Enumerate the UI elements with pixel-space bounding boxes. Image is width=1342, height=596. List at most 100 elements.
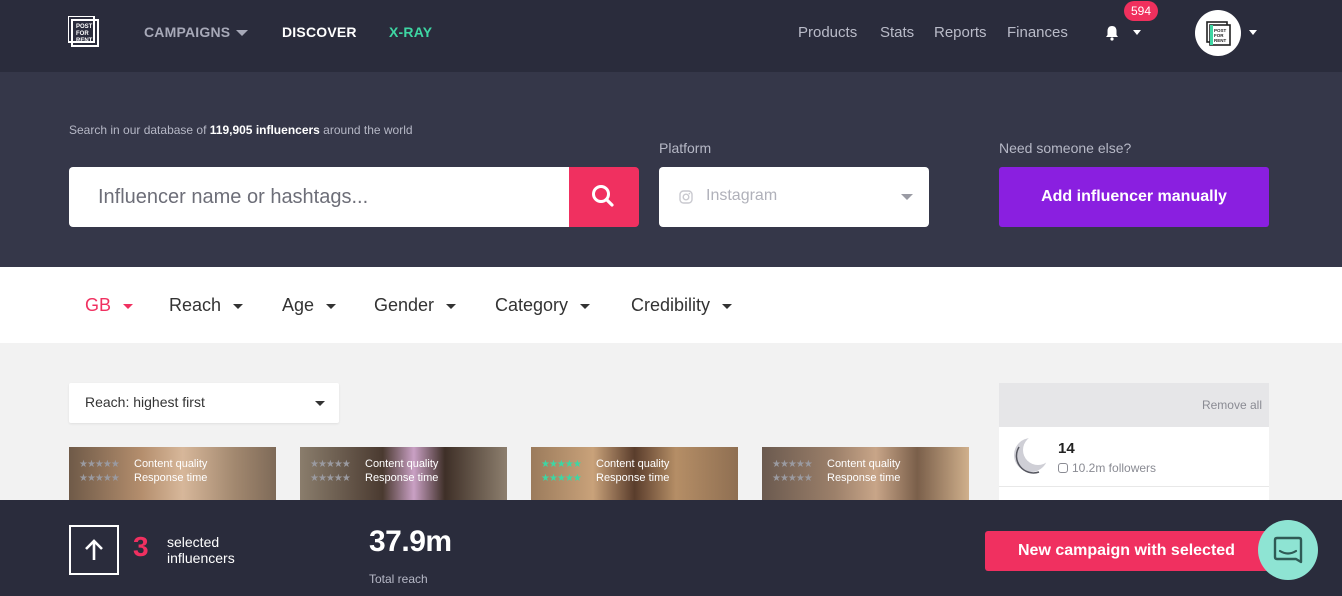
search-button[interactable]	[569, 167, 639, 227]
search-intro: Search in our database of 119,905 influe…	[69, 123, 413, 137]
filter-category-label: Category	[495, 295, 569, 315]
selected-influencers-panel: Remove all 14 10.2m followers	[999, 383, 1269, 513]
filter-bar: GB Reach Age Gender Category Credibility	[0, 267, 1342, 343]
filter-country-label: GB	[85, 295, 112, 315]
nav-campaigns-label: CAMPAIGNS	[144, 24, 231, 40]
followers-count: 10.2m followers	[1072, 461, 1157, 475]
influencer-card[interactable]: ★★★★★ Content quality ★★★★★ Response time	[762, 447, 969, 507]
search-input-wrapper	[69, 167, 569, 227]
bell-icon[interactable]	[1103, 24, 1121, 42]
sort-value: Reach: highest first	[85, 394, 205, 410]
response-time-rating: ★★★★★ Response time	[541, 472, 669, 484]
remove-all-link[interactable]: Remove all	[1202, 398, 1262, 412]
content-quality-label: Content quality	[827, 458, 901, 470]
total-reach-label: Total reach	[369, 572, 428, 586]
platform-select[interactable]: Instagram	[659, 167, 929, 227]
response-time-label: Response time	[365, 472, 439, 484]
post-for-rent-logo[interactable]: POST FOR RENT	[68, 16, 100, 48]
selected-influencer-followers: 10.2m followers	[1058, 461, 1156, 475]
content-quality-rating: ★★★★★ Content quality	[79, 458, 207, 470]
nav-xray[interactable]: X-RAY	[389, 24, 432, 40]
influencer-card[interactable]: ★★★★★ Content quality ★★★★★ Response time	[69, 447, 276, 507]
chevron-down-icon[interactable]	[1133, 30, 1141, 35]
platform-value: Instagram	[706, 187, 778, 204]
filter-reach[interactable]: Reach	[169, 295, 244, 316]
chevron-down-icon	[722, 303, 733, 309]
influencer-count: 119,905 influencers	[209, 123, 320, 137]
crescent-moon-avatar	[1014, 435, 1049, 474]
star-rating-icon: ★★★★★	[310, 473, 351, 484]
search-icon	[592, 185, 614, 207]
content-quality-label: Content quality	[365, 458, 439, 470]
filter-country[interactable]: GB	[85, 295, 134, 316]
nav-products[interactable]: Products	[798, 24, 857, 41]
chevron-down-icon[interactable]	[1249, 30, 1257, 35]
chat-support-button[interactable]	[1258, 520, 1318, 580]
new-campaign-with-selected-button[interactable]: New campaign with selected	[985, 531, 1280, 571]
selected-influencer-name: 14	[1058, 440, 1075, 457]
search-section: Search in our database of 119,905 influe…	[0, 72, 1342, 267]
filter-age[interactable]: Age	[282, 295, 337, 316]
add-influencer-manually-button[interactable]: Add influencer manually	[999, 167, 1269, 227]
platform-label: Platform	[659, 140, 712, 156]
sort-select[interactable]: Reach: highest first	[69, 383, 339, 423]
chevron-down-icon	[233, 303, 244, 309]
influencer-card[interactable]: ★★★★★ Content quality ★★★★★ Response time	[531, 447, 738, 507]
selection-bottom-bar: 3 selected influencers 37.9m Total reach…	[0, 500, 1342, 596]
content-quality-label: Content quality	[134, 458, 208, 470]
nav-finances[interactable]: Finances	[1007, 24, 1068, 41]
total-reach-value: 37.9m	[369, 525, 452, 558]
avatar-logo-icon: POST FOR RENT	[1206, 21, 1231, 46]
content-quality-rating: ★★★★★ Content quality	[541, 458, 669, 470]
instagram-icon	[1058, 463, 1068, 473]
top-navigation: POST FOR RENT CAMPAIGNS DISCOVER X-RAY P…	[0, 0, 1342, 72]
chevron-down-icon	[580, 303, 591, 309]
chevron-down-icon	[315, 401, 325, 406]
svg-text:FOR: FOR	[76, 31, 89, 37]
selected-panel-header: Remove all	[999, 383, 1269, 427]
search-input[interactable]	[69, 167, 569, 227]
selected-influencer-item[interactable]: 14 10.2m followers	[999, 427, 1269, 487]
filter-credibility-label: Credibility	[631, 295, 711, 315]
notification-badge: 594	[1124, 1, 1159, 21]
response-time-rating: ★★★★★ Response time	[310, 472, 438, 484]
response-time-label: Response time	[827, 472, 901, 484]
filter-credibility[interactable]: Credibility	[631, 295, 733, 316]
content-quality-label: Content quality	[596, 458, 670, 470]
star-rating-icon: ★★★★★	[772, 459, 813, 470]
nav-stats[interactable]: Stats	[880, 24, 914, 41]
svg-text:RENT: RENT	[1214, 38, 1227, 43]
chevron-down-icon	[901, 194, 913, 200]
intro-suffix: around the world	[319, 123, 413, 137]
selected-label: selected influencers	[167, 534, 235, 566]
star-rating-icon: ★★★★★	[772, 473, 813, 484]
star-rating-icon: ★★★★★	[79, 473, 120, 484]
selected-count: 3	[133, 531, 149, 562]
response-time-label: Response time	[596, 472, 670, 484]
nav-discover[interactable]: DISCOVER	[282, 24, 357, 40]
need-someone-else-label: Need someone else?	[999, 140, 1132, 156]
nav-reports[interactable]: Reports	[934, 24, 987, 41]
chat-bubble-icon	[1273, 536, 1303, 564]
filter-category[interactable]: Category	[495, 295, 591, 316]
svg-text:POST: POST	[76, 24, 93, 30]
expand-selection-button[interactable]	[69, 525, 119, 575]
influencer-card[interactable]: ★★★★★ Content quality ★★★★★ Response time	[300, 447, 507, 507]
filter-gender[interactable]: Gender	[374, 295, 457, 316]
arrow-up-icon	[85, 539, 103, 560]
nav-campaigns[interactable]: CAMPAIGNS	[144, 24, 249, 40]
intro-prefix: Search in our database of	[69, 123, 210, 137]
chevron-down-icon	[123, 303, 134, 309]
star-rating-icon: ★★★★★	[541, 473, 582, 484]
instagram-icon	[679, 190, 693, 204]
star-rating-icon: ★★★★★	[79, 459, 120, 470]
chevron-down-icon	[326, 303, 337, 309]
star-rating-icon: ★★★★★	[541, 459, 582, 470]
chevron-down-icon	[236, 30, 249, 37]
user-avatar[interactable]: POST FOR RENT	[1195, 10, 1241, 56]
filter-age-label: Age	[282, 295, 315, 315]
response-time-rating: ★★★★★ Response time	[772, 472, 900, 484]
response-time-label: Response time	[134, 472, 208, 484]
svg-text:RENT: RENT	[76, 38, 93, 44]
content-quality-rating: ★★★★★ Content quality	[772, 458, 900, 470]
